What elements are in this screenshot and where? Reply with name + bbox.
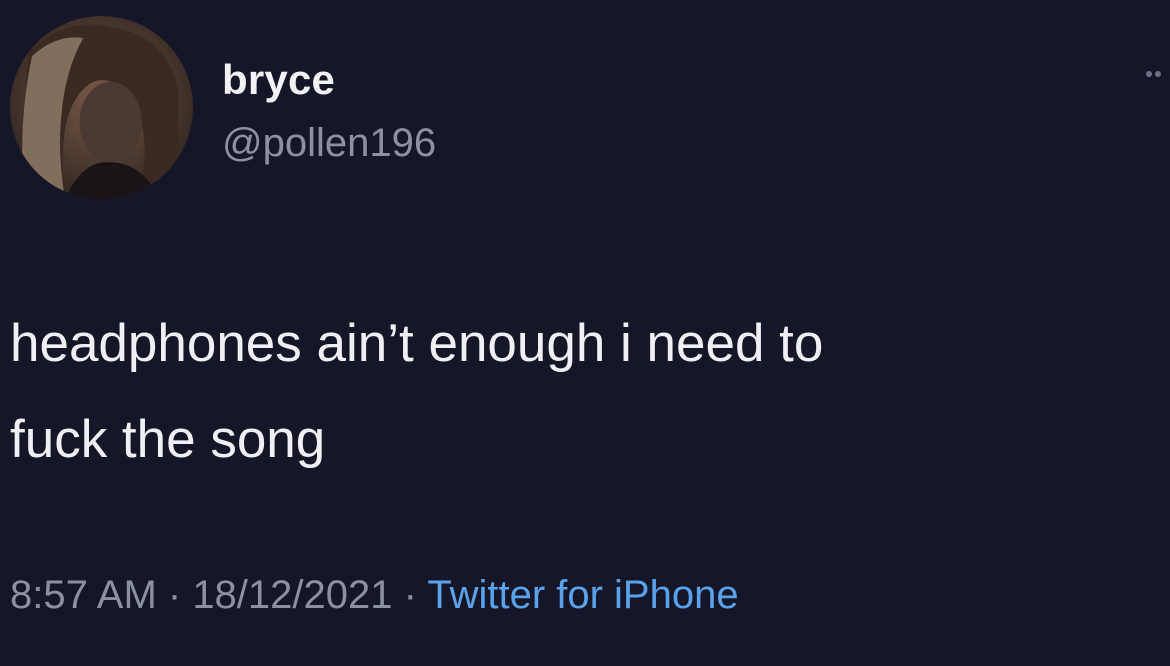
tweet-text: headphones ain’t enough i need to fuck t…: [10, 296, 1150, 488]
tweet-time[interactable]: 8:57 AM: [10, 573, 157, 617]
display-name[interactable]: bryce: [222, 56, 335, 104]
user-handle[interactable]: @pollen196: [222, 121, 436, 166]
profile-photo-icon: [10, 16, 193, 199]
tweet-source-link[interactable]: Twitter for iPhone: [427, 573, 738, 617]
more-options-icon[interactable]: [1146, 68, 1170, 80]
avatar[interactable]: [10, 16, 193, 199]
meta-separator: ·: [392, 573, 428, 617]
tweet-metadata: 8:57 AM · 18/12/2021 · Twitter for iPhon…: [10, 573, 739, 618]
meta-separator: ·: [156, 573, 193, 617]
tweet-date[interactable]: 18/12/2021: [192, 573, 392, 617]
tweet-card: bryce @pollen196 headphones ain’t enough…: [0, 0, 1170, 666]
tweet-text-line-2: fuck the song: [10, 410, 326, 469]
tweet-text-line-1: headphones ain’t enough i need to: [10, 314, 824, 373]
